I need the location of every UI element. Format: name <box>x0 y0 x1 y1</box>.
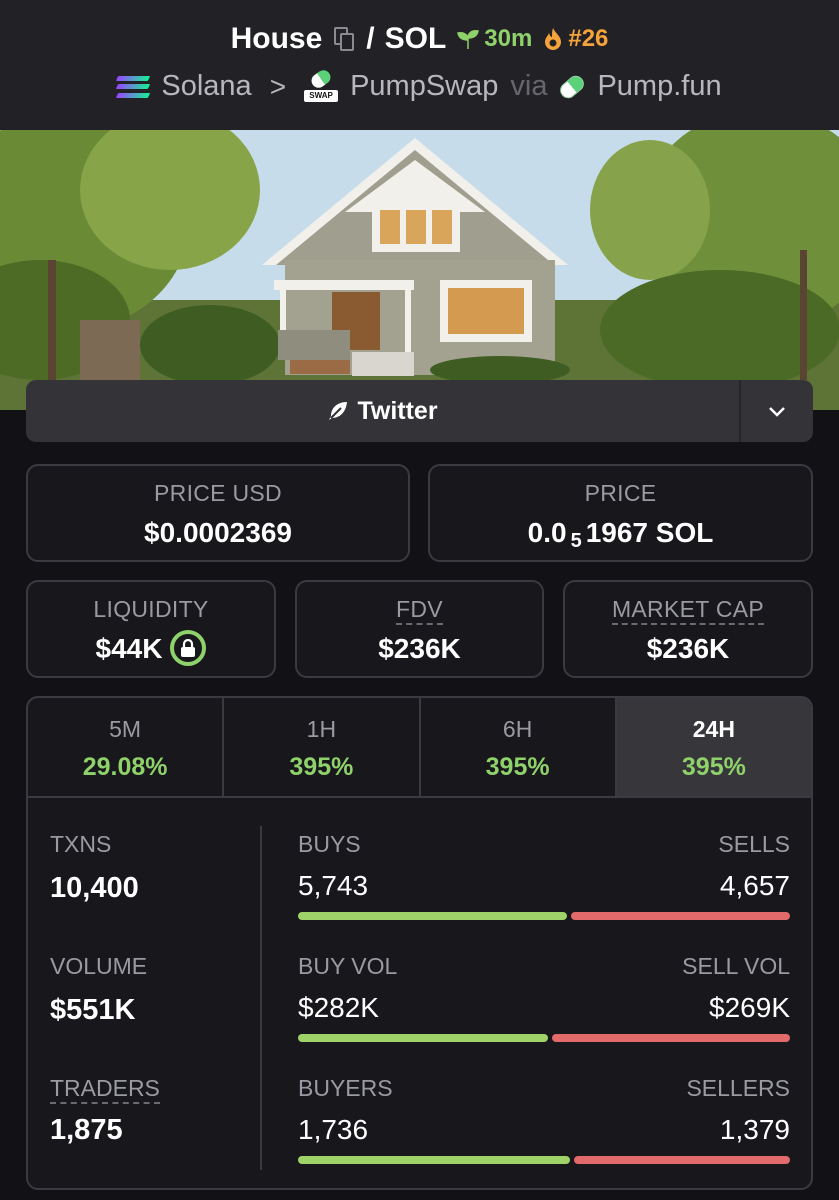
buy-vol-value: $282K <box>298 992 379 1023</box>
breadcrumb: Solana > SWAP PumpSwap via Pump.fun <box>0 67 839 103</box>
rank-value: #26 <box>568 25 609 52</box>
buy-vol-bar <box>298 1034 548 1042</box>
quote-token: SOL <box>384 22 447 55</box>
trending-rank-badge: #26 <box>542 25 608 53</box>
age-value: 30m <box>484 25 533 52</box>
sprout-icon <box>457 30 480 49</box>
tab-6h[interactable]: 6H 395% <box>421 698 617 796</box>
liquidity-label: LIQUIDITY <box>93 596 209 622</box>
fdv-label[interactable]: FDV <box>396 596 443 625</box>
token-name: House <box>230 22 323 55</box>
chain-link[interactable]: Solana <box>161 70 251 103</box>
price-native-card: PRICE 0.0 5 1967 SOL <box>428 464 813 562</box>
buyers-label: BUYERS <box>298 1075 393 1101</box>
twitter-label: Twitter <box>357 396 438 425</box>
copy-icon[interactable] <box>334 27 355 51</box>
fire-icon <box>545 28 562 50</box>
traders-ratio: BUYERS SELLERS 1,736 1,379 <box>298 1075 790 1164</box>
twitter-button[interactable]: Twitter <box>26 380 741 442</box>
solana-icon <box>116 75 151 98</box>
chevron-down-icon <box>769 407 785 417</box>
fdv-card: FDV $236K <box>295 580 544 678</box>
market-cap-label[interactable]: MARKET CAP <box>611 596 765 625</box>
price-usd-value: $0.0002369 <box>144 517 292 548</box>
sellers-bar <box>573 1156 790 1164</box>
launchpad-link[interactable]: Pump.fun <box>597 70 721 103</box>
buy-vol-label: BUY VOL <box>298 953 398 979</box>
socials-bar: Twitter <box>26 380 813 442</box>
price-usd-label: PRICE USD <box>154 480 282 506</box>
traders-metric: TRADERS 1,875 <box>50 1075 160 1147</box>
volume-label: VOLUME <box>50 953 148 979</box>
txns-value: 10,400 <box>50 872 139 904</box>
sells-bar <box>571 912 790 920</box>
txns-label: TXNS <box>50 831 112 857</box>
price-native-value: 0.0 5 1967 SOL <box>527 517 714 552</box>
txns-metric: TXNS 10,400 <box>50 831 139 905</box>
traders-bar <box>298 1156 790 1164</box>
market-cap-card: MARKET CAP $236K <box>563 580 813 678</box>
sell-vol-bar <box>551 1034 790 1042</box>
pumpfun-icon <box>557 72 588 101</box>
socials-expand-button[interactable] <box>741 380 813 442</box>
price-usd-card: PRICE USD $0.0002369 <box>26 464 410 562</box>
buys-sells-ratio: BUYS SELLS 5,743 4,657 <box>298 831 790 920</box>
age-badge: 30m <box>456 25 532 53</box>
token-header: House / SOL 30m #26 Solana > SWAP PumpSw… <box>0 0 839 130</box>
buyers-value: 1,736 <box>298 1114 369 1145</box>
sellers-value: 1,379 <box>719 1114 790 1145</box>
pair-separator: / <box>366 22 375 55</box>
via-label: via <box>510 70 548 102</box>
buys-label: BUYS <box>298 831 361 857</box>
volume-metric: VOLUME $551K <box>50 953 147 1027</box>
sellers-label: SELLERS <box>686 1075 790 1101</box>
timeframe-tabs: 5M 29.08% 1H 395% 6H 395% 24H 395% <box>28 698 811 798</box>
price-native-label: PRICE <box>584 480 657 506</box>
dex-link[interactable]: PumpSwap <box>350 70 498 103</box>
sell-vol-value: $269K <box>709 992 790 1023</box>
feather-icon <box>329 402 348 420</box>
buys-value: 5,743 <box>298 870 369 901</box>
market-cap-value: $236K <box>646 633 730 664</box>
buyers-bar <box>298 1156 570 1164</box>
volume-bar <box>298 1034 790 1042</box>
fdv-value: $236K <box>378 633 461 664</box>
title-row: House / SOL 30m #26 <box>0 22 839 56</box>
liquidity-value-row: $44K <box>28 629 274 666</box>
chevron-right-icon: > <box>269 70 287 102</box>
sell-vol-label: SELL VOL <box>682 953 790 979</box>
volume-ratio: BUY VOL SELL VOL $282K $269K <box>298 953 790 1042</box>
tab-1h[interactable]: 1H 395% <box>224 698 421 796</box>
liquidity-card: LIQUIDITY $44K <box>26 580 276 678</box>
liquidity-value: $44K <box>95 633 163 664</box>
pumpswap-icon: SWAP <box>304 67 339 102</box>
lock-icon[interactable] <box>170 629 207 666</box>
sells-value: 4,657 <box>719 870 790 901</box>
stats-divider <box>260 826 262 1170</box>
buys-sells-bar <box>298 912 790 920</box>
token-banner-image <box>0 130 839 410</box>
tab-5m[interactable]: 5M 29.08% <box>28 698 225 796</box>
buys-bar <box>298 912 568 920</box>
traders-label[interactable]: TRADERS <box>50 1075 160 1104</box>
sells-label: SELLS <box>718 831 790 857</box>
traders-value: 1,875 <box>50 1114 123 1146</box>
volume-value: $551K <box>50 994 136 1026</box>
tab-24h[interactable]: 24H 395% <box>616 698 811 796</box>
stats-panel: 5M 29.08% 1H 395% 6H 395% 24H 395% TXNS 10,4… <box>26 696 813 1190</box>
